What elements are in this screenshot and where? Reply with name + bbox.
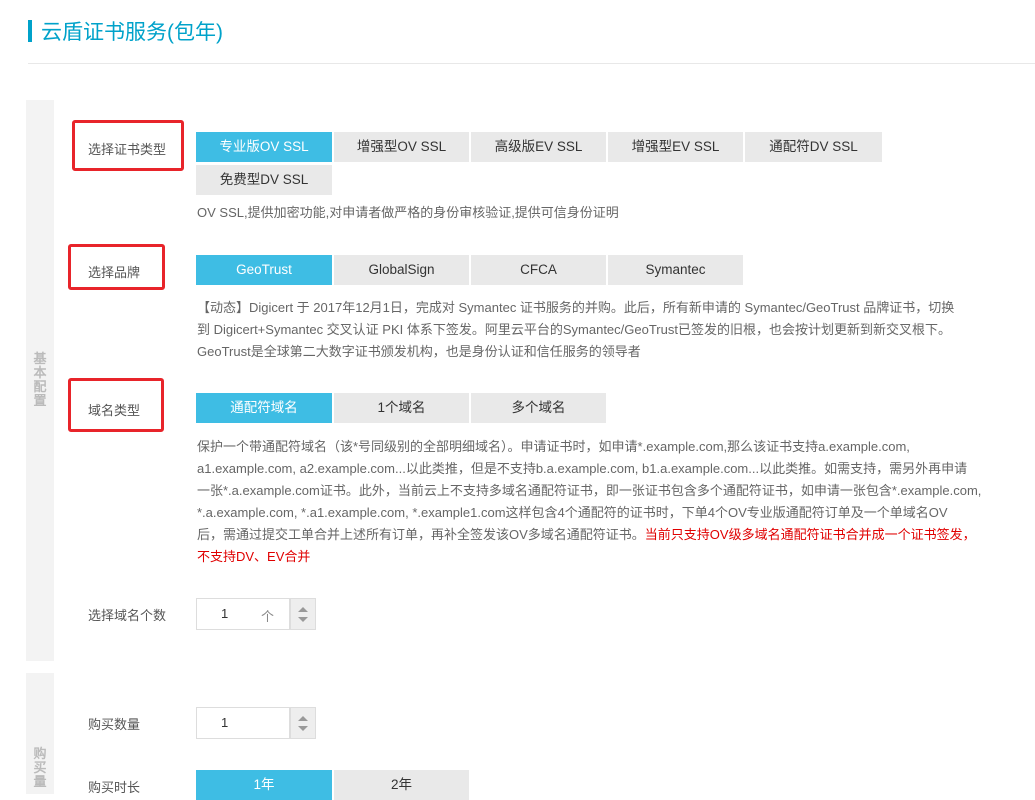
domain-desc-text: 后，需通过提交工单合并上述所有订单，再补全签发该OV多域名通配符证书。 [197, 527, 645, 542]
duration-option-2y[interactable]: 2年 [334, 770, 469, 800]
quantity-input[interactable]: 1 [196, 707, 290, 739]
domain-desc-line: a1.example.com, a2.example.com...以此类推，但是… [197, 461, 968, 476]
cert-type-highlight-box [72, 120, 184, 171]
cert-type-description: OV SSL,提供加密功能,对申请者做严格的身份审核验证,提供可信身份证明 [197, 205, 619, 220]
domain-count-value: 1 [221, 606, 229, 621]
cert-option-enhanced-ov[interactable]: 增强型OV SSL [334, 132, 469, 162]
basic-config-side-label: 基本配置 [26, 100, 54, 661]
domain-count-unit: 个 [261, 609, 275, 624]
domain-desc-line: 一张*.a.example.com证书。此外，当前云上不支持多域名通配符证书，即… [197, 483, 982, 498]
brand-option-globalsign[interactable]: GlobalSign [334, 255, 469, 285]
stepper-down-icon[interactable] [298, 617, 308, 622]
quantity-value: 1 [221, 715, 229, 730]
stepper-down-icon[interactable] [298, 726, 308, 731]
domain-count-stepper[interactable] [290, 598, 316, 630]
purchase-section: 购买量 [26, 673, 1035, 794]
brand-option-symantec[interactable]: Symantec [608, 255, 743, 285]
stepper-up-icon[interactable] [298, 607, 308, 612]
purchase-side-label: 购买量 [26, 673, 54, 794]
domain-desc-line: *.a.example.com, *.a1.example.com, *.exa… [197, 505, 948, 520]
cert-option-advanced-ev[interactable]: 高级版EV SSL [471, 132, 606, 162]
duration-option-1y[interactable]: 1年 [196, 770, 332, 800]
brand-desc-line: GeoTrust是全球第二大数字证书颁发机构，也是身份认证和信任服务的领导者 [197, 344, 641, 359]
domain-desc-line: 保护一个带通配符域名（该*号同级别的全部明细域名）。申请证书时，如申请*.exa… [197, 439, 910, 454]
stepper-up-icon[interactable] [298, 716, 308, 721]
cert-option-wildcard-dv[interactable]: 通配符DV SSL [745, 132, 882, 162]
title-accent-bar [28, 20, 32, 42]
domain-option-multiple[interactable]: 多个域名 [471, 393, 606, 423]
domain-type-description: 保护一个带通配符域名（该*号同级别的全部明细域名）。申请证书时，如申请*.exa… [197, 436, 1027, 568]
brand-desc-line: 【动态】Digicert 于 2017年12月1日，完成对 Symantec 证… [197, 300, 955, 315]
brand-desc-line: 到 Digicert+Symantec 交叉认证 PKI 体系下签发。阿里云平台… [197, 322, 951, 337]
basic-config-section: 基本配置 [26, 100, 1035, 661]
page-title: 云盾证书服务(包年) [28, 16, 223, 46]
side-label-char: 购买量 [33, 746, 47, 789]
cert-option-pro-ov[interactable]: 专业版OV SSL [196, 132, 332, 162]
domain-count-input[interactable]: 1 个 [196, 598, 290, 630]
domain-desc-line: 后，需通过提交工单合并上述所有订单，再补全签发该OV多域名通配符证书。当前只支持… [197, 524, 1027, 546]
title-divider [28, 63, 1035, 64]
duration-label: 购买时长 [88, 780, 141, 795]
domain-warning-text: 不支持DV、EV合并 [197, 549, 311, 564]
quantity-label: 购买数量 [88, 717, 141, 732]
domain-option-wildcard[interactable]: 通配符域名 [196, 393, 332, 423]
domain-count-label: 选择域名个数 [88, 608, 167, 623]
domain-warning-text: 当前只支持OV级多域名通配符证书合并成一个证书签发， [644, 527, 976, 542]
domain-type-highlight-box [68, 378, 164, 432]
cert-option-enhanced-ev[interactable]: 增强型EV SSL [608, 132, 743, 162]
domain-option-single[interactable]: 1个域名 [334, 393, 469, 423]
brand-option-geotrust[interactable]: GeoTrust [196, 255, 332, 285]
quantity-stepper[interactable] [290, 707, 316, 739]
brand-highlight-box [68, 244, 165, 290]
cert-option-free-dv[interactable]: 免费型DV SSL [196, 165, 332, 195]
side-label-char: 基本配置 [33, 351, 47, 408]
brand-option-cfca[interactable]: CFCA [471, 255, 606, 285]
page-title-text: 云盾证书服务(包年) [41, 21, 223, 44]
brand-description: 【动态】Digicert 于 2017年12月1日，完成对 Symantec 证… [197, 297, 1027, 363]
